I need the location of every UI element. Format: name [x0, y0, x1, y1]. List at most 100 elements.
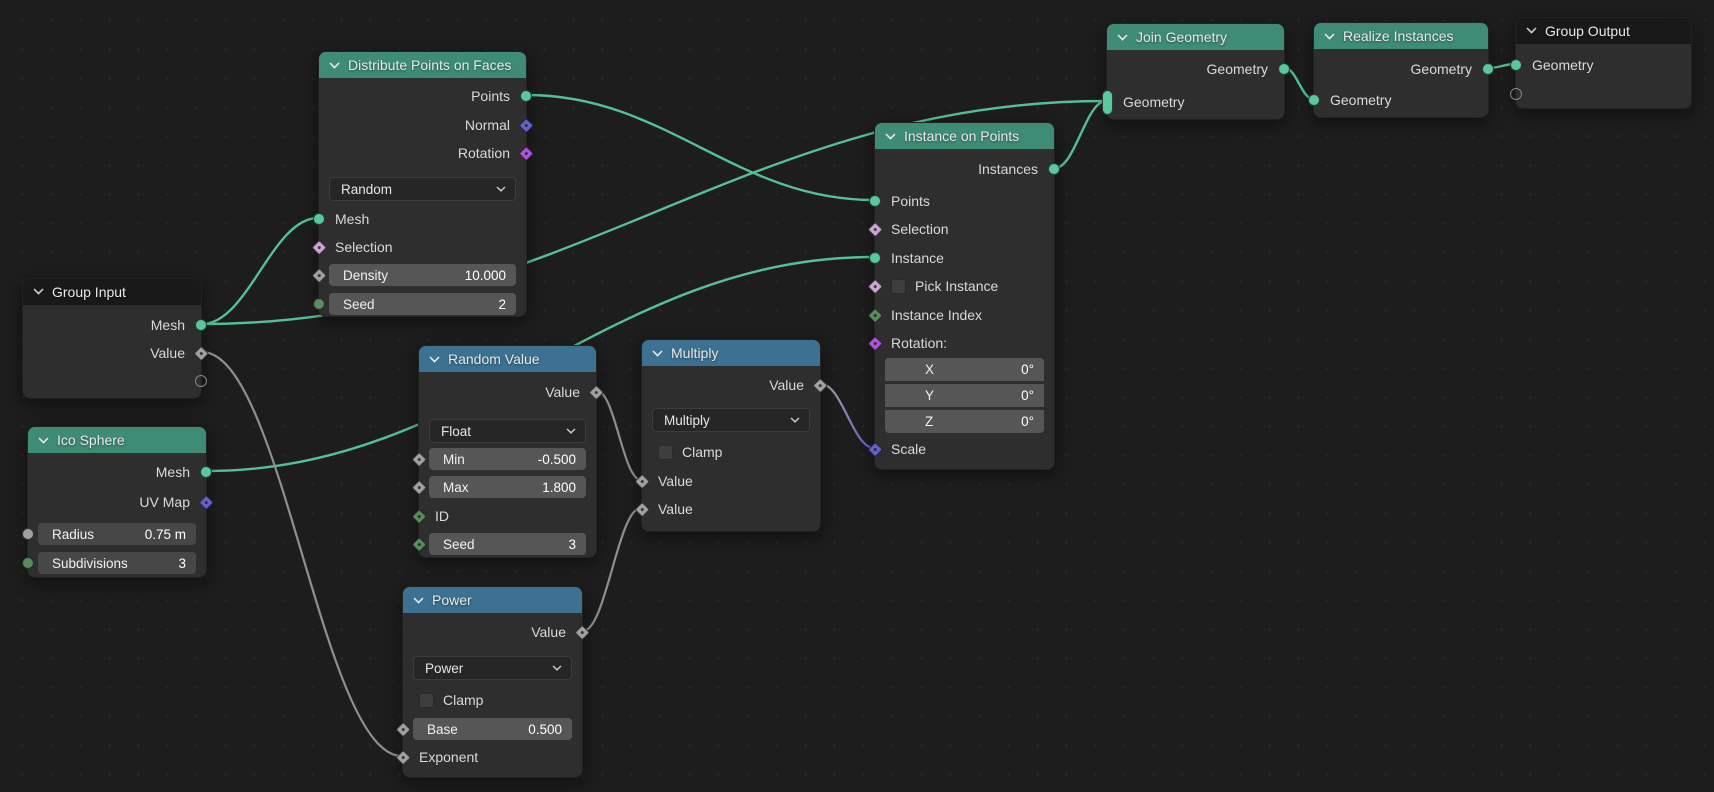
node-title: Multiply: [671, 345, 718, 361]
collapse-chevron-icon[interactable]: [1117, 34, 1128, 41]
field-value: 0°: [1021, 388, 1034, 403]
socket-geometry-output[interactable]: [1482, 63, 1494, 75]
rotation-z-field[interactable]: Z 0°: [885, 410, 1044, 433]
field-label: Seed: [343, 297, 375, 312]
field-value: 0°: [1021, 362, 1034, 377]
radius-field[interactable]: Radius 0.75 m: [38, 523, 196, 545]
node-power[interactable]: Power Value Power Clamp Base 0.500 Expon…: [402, 586, 583, 778]
node-header: Distribute Points on Faces: [319, 52, 526, 78]
collapse-chevron-icon[interactable]: [38, 437, 49, 444]
node-header: Group Output: [1516, 18, 1691, 44]
distribution-method-dropdown[interactable]: Random: [329, 177, 516, 201]
node-title: Realize Instances: [1343, 28, 1454, 44]
output-label: Normal: [465, 117, 510, 133]
socket-mesh-output[interactable]: [200, 466, 212, 478]
node-group-output[interactable]: Group Output Geometry: [1515, 17, 1692, 109]
field-label: Subdivisions: [52, 556, 128, 571]
input-row-value1: Value: [642, 467, 820, 495]
collapse-chevron-icon[interactable]: [33, 288, 44, 295]
socket-points-input[interactable]: [869, 195, 881, 207]
node-realize-instances[interactable]: Realize Instances Geometry Geometry: [1313, 22, 1489, 118]
operation-dropdown[interactable]: Power: [413, 656, 572, 680]
output-label: Mesh: [151, 317, 185, 333]
node-editor-canvas[interactable]: Group Input Mesh Value Ico Sphere Mesh U…: [0, 0, 1714, 792]
output-label: Value: [769, 377, 804, 393]
socket-geometry-input[interactable]: [1308, 94, 1320, 106]
max-field[interactable]: Max 1.800: [429, 476, 586, 498]
socket-points-output[interactable]: [520, 90, 532, 102]
output-row-mesh: Mesh: [28, 458, 206, 486]
node-multiply[interactable]: Multiply Value Multiply Clamp Value Valu…: [641, 339, 821, 532]
pick-instance-checkbox[interactable]: [891, 279, 906, 294]
socket-virtual-output[interactable]: [195, 375, 207, 387]
dropdown-chevron-icon: [496, 186, 506, 192]
dropdown-value: Multiply: [664, 413, 710, 428]
socket-seed-input[interactable]: [313, 298, 325, 310]
node-distribute-points-on-faces[interactable]: Distribute Points on Faces Points Normal…: [318, 51, 527, 317]
collapse-chevron-icon[interactable]: [1324, 33, 1335, 40]
socket-instance-input[interactable]: [869, 252, 881, 264]
base-field[interactable]: Base 0.500: [413, 718, 572, 740]
input-row-selection: Selection: [875, 215, 1054, 243]
dropdown-value: Float: [441, 424, 471, 439]
operation-dropdown[interactable]: Multiply: [652, 408, 810, 432]
subdivisions-field[interactable]: Subdivisions 3: [38, 552, 196, 574]
socket-instances-output[interactable]: [1048, 163, 1060, 175]
wire-groupinput-value-to-power-exponent: [202, 352, 402, 756]
socket-mesh-output[interactable]: [195, 319, 207, 331]
input-label: Mesh: [335, 211, 369, 227]
input-label: Points: [891, 193, 930, 209]
checkbox-label: Pick Instance: [915, 278, 998, 294]
node-group-input[interactable]: Group Input Mesh Value: [22, 278, 202, 399]
field-value: -0.500: [538, 452, 576, 467]
output-label: Value: [545, 384, 580, 400]
rotation-y-field[interactable]: Y 0°: [885, 384, 1044, 407]
wire-multiply-value-to-instance-scale: [821, 384, 874, 448]
collapse-chevron-icon[interactable]: [329, 62, 340, 69]
node-random-value[interactable]: Random Value Value Float Min -0.500 Max …: [418, 345, 597, 558]
output-row-instances: Instances: [875, 155, 1054, 183]
field-label: Max: [443, 480, 469, 495]
rotation-x-field[interactable]: X 0°: [885, 358, 1044, 381]
density-field[interactable]: Density 10.000: [329, 264, 516, 286]
socket-virtual-input[interactable]: [1510, 88, 1522, 100]
collapse-chevron-icon[interactable]: [652, 350, 663, 357]
wire-groupinput-mesh-to-distribute-mesh: [202, 218, 318, 324]
dropdown-chevron-icon: [566, 428, 576, 434]
dropdown-chevron-icon: [552, 665, 562, 671]
input-row-instance-index: Instance Index: [875, 301, 1054, 329]
output-label: Value: [150, 345, 185, 361]
input-row-mesh: Mesh: [319, 205, 526, 233]
socket-subdivisions-input[interactable]: [22, 557, 34, 569]
input-label: Value: [658, 501, 693, 517]
socket-mesh-input[interactable]: [313, 213, 325, 225]
output-row-geometry: Geometry: [1314, 55, 1488, 83]
seed-field[interactable]: Seed 2: [329, 293, 516, 315]
node-instance-on-points[interactable]: Instance on Points Instances Points Sele…: [874, 122, 1055, 470]
node-header: Join Geometry: [1107, 24, 1284, 50]
node-join-geometry[interactable]: Join Geometry Geometry Geometry: [1106, 23, 1285, 120]
clamp-checkbox[interactable]: [658, 445, 673, 460]
input-label: Value: [658, 473, 693, 489]
field-value: 0.500: [528, 722, 562, 737]
output-row-value: Value: [642, 371, 820, 399]
data-type-dropdown[interactable]: Float: [429, 419, 586, 443]
field-label: X: [925, 362, 934, 377]
collapse-chevron-icon[interactable]: [413, 597, 424, 604]
collapse-chevron-icon[interactable]: [429, 356, 440, 363]
socket-geometry-multi-input[interactable]: [1102, 90, 1113, 115]
field-label: Base: [427, 722, 458, 737]
field-value: 0°: [1021, 414, 1034, 429]
field-value: 0.75 m: [145, 527, 186, 542]
clamp-checkbox[interactable]: [419, 693, 434, 708]
socket-radius-input[interactable]: [22, 528, 34, 540]
min-field[interactable]: Min -0.500: [429, 448, 586, 470]
socket-geometry-output[interactable]: [1278, 63, 1290, 75]
collapse-chevron-icon[interactable]: [1526, 27, 1537, 34]
seed-field[interactable]: Seed 3: [429, 533, 586, 555]
node-ico-sphere[interactable]: Ico Sphere Mesh UV Map Radius 0.75 m Sub…: [27, 426, 207, 578]
field-value: 2: [498, 297, 506, 312]
input-row-instance: Instance: [875, 244, 1054, 272]
socket-geometry-input[interactable]: [1510, 59, 1522, 71]
collapse-chevron-icon[interactable]: [885, 133, 896, 140]
